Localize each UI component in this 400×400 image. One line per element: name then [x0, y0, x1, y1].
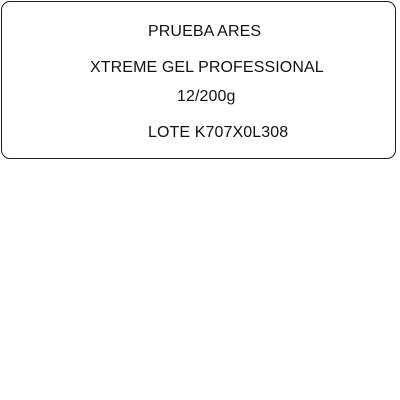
product-label: PRUEBA ARES XTREME GEL PROFESSIONAL 12/2… [1, 1, 396, 159]
brand-text: PRUEBA ARES [148, 23, 262, 40]
lot-number: LOTE K707X0L308 [148, 124, 289, 141]
product-name: XTREME GEL PROFESSIONAL [90, 59, 324, 76]
package-size: 12/200g [177, 88, 236, 105]
